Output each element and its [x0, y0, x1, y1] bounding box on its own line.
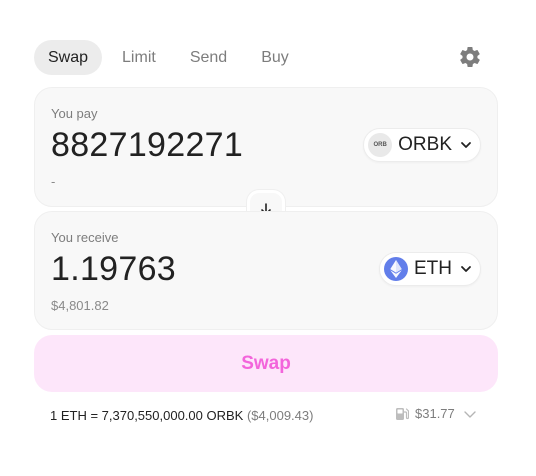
- chevron-down-icon: [461, 142, 471, 148]
- tab-buy[interactable]: Buy: [247, 40, 303, 75]
- pay-token-symbol: ORBK: [398, 134, 452, 155]
- eth-logo-icon: [384, 257, 408, 281]
- receive-token-symbol: ETH: [414, 258, 452, 279]
- rate-usd-value: ($4,009.43): [246, 408, 314, 423]
- settings-gear-icon[interactable]: [458, 45, 482, 69]
- exchange-rate[interactable]: 1 ETH = 7,370,550,000.00 ORBK ($4,009.43…: [50, 408, 313, 423]
- pay-amount-input[interactable]: 8827192271: [51, 126, 243, 165]
- swap-button[interactable]: Swap: [34, 335, 498, 392]
- rate-text: 1 ETH = 7,370,550,000.00 ORBK: [50, 408, 244, 423]
- pay-label: You pay: [51, 106, 98, 121]
- pay-usd-value: -: [51, 174, 56, 189]
- receive-token-selector[interactable]: ETH: [379, 252, 481, 286]
- orbk-token-logo: ORB: [368, 133, 393, 157]
- gas-fee-toggle[interactable]: $31.77: [395, 406, 477, 421]
- receive-usd-value: $4,801.82: [51, 298, 109, 313]
- pay-token-selector[interactable]: ORB ORBK: [363, 128, 481, 162]
- receive-panel: You receive 1.19763 $4,801.82 ETH: [34, 211, 498, 330]
- receive-label: You receive: [51, 230, 119, 245]
- orbk-logo-text: ORB: [373, 142, 387, 148]
- tab-limit[interactable]: Limit: [108, 40, 170, 75]
- pay-panel: You pay 8827192271 - ORB ORBK: [34, 87, 498, 207]
- chevron-down-icon: [464, 410, 476, 418]
- receive-amount-input[interactable]: 1.19763: [51, 250, 176, 289]
- tab-send[interactable]: Send: [176, 40, 241, 75]
- chevron-down-icon: [461, 266, 471, 272]
- swap-tabs: Swap Limit Send Buy: [34, 40, 303, 75]
- gas-pump-icon: [396, 407, 409, 420]
- tab-swap[interactable]: Swap: [34, 40, 103, 75]
- gas-fee-value: $31.77: [415, 406, 455, 421]
